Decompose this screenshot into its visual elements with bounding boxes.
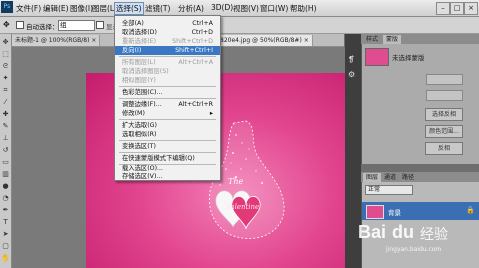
menu-item-deselect[interactable]: 取消选择(D) Ctrl+D bbox=[115, 28, 220, 37]
history-brush-icon[interactable]: ↺ bbox=[1, 146, 10, 155]
watermark-url: jingyan.baidu.com bbox=[386, 246, 442, 253]
menu-filter[interactable]: 滤镜(T) bbox=[145, 3, 170, 14]
density-field[interactable] bbox=[426, 74, 463, 85]
menu-view[interactable]: 视图(V) bbox=[233, 3, 259, 14]
menu-item-reselect: 重新选择(E) Shift+Ctrl+D bbox=[122, 38, 213, 45]
menu-select[interactable]: 选择(S) bbox=[114, 2, 144, 15]
clone-stamp-icon[interactable]: ⊥ bbox=[1, 134, 10, 143]
menu-help[interactable]: 帮助(H) bbox=[290, 3, 317, 14]
menu-separator bbox=[119, 56, 216, 57]
menu-item-similar[interactable]: 选取相似(R) bbox=[115, 130, 220, 139]
menu-item-save-selection[interactable]: 存储选区(V)... bbox=[115, 172, 220, 181]
tab-layers[interactable]: 图层 bbox=[363, 173, 382, 182]
doc-tab-label: 820e4.jpg @ 50%(RGB/8#) bbox=[220, 37, 302, 44]
magic-wand-icon[interactable]: ✦ bbox=[1, 74, 10, 83]
blend-mode-dropdown[interactable]: 正常 bbox=[365, 185, 413, 195]
maximize-button[interactable]: □ bbox=[450, 2, 464, 15]
lasso-tool-icon[interactable]: ᘓ bbox=[1, 62, 10, 71]
path-select-icon[interactable]: ➤ bbox=[1, 230, 10, 239]
menu-analysis[interactable]: 分析(A) bbox=[178, 3, 204, 14]
menu-image[interactable]: 图像(I) bbox=[70, 3, 93, 14]
select-menu-dropdown: 全部(A) Ctrl+A 取消选择(D) Ctrl+D 重新选择(E) Shift+C… bbox=[114, 15, 221, 181]
menu-bar: Ps 文件(F) 编辑(E) 图像(I) 图层(L) 选择(S) 滤镜(T) 分… bbox=[0, 0, 479, 17]
move-tool-icon[interactable]: ✥ bbox=[3, 20, 10, 29]
auto-select-label: 自动选择： bbox=[26, 23, 59, 31]
type-tool-icon[interactable]: T bbox=[1, 218, 10, 227]
menu-item-quick-mask[interactable]: 在快速蒙版模式下编辑(Q) bbox=[115, 154, 220, 163]
tab-channels[interactable]: 通道 bbox=[381, 173, 399, 182]
options-bar: ✥ 自动选择： 组 显示变换控件 bbox=[0, 17, 479, 34]
eyedropper-icon[interactable]: ⁄ bbox=[1, 98, 10, 107]
watermark-paw-icon: du bbox=[392, 222, 414, 242]
menu-3d[interactable]: 3D(D) bbox=[211, 3, 233, 12]
gradient-tool-icon[interactable]: ▥ bbox=[1, 170, 10, 179]
pen-tool-icon[interactable]: ✒ bbox=[1, 206, 10, 215]
menu-separator bbox=[119, 140, 216, 141]
crop-tool-icon[interactable]: ⌗ bbox=[1, 86, 10, 95]
tab-masks[interactable]: 蒙版 bbox=[383, 35, 402, 44]
marquee-tool-icon[interactable]: ⬚ bbox=[1, 50, 10, 59]
menu-item-color-range[interactable]: 色彩范围(C)... bbox=[115, 88, 220, 97]
actions-panel-icon[interactable]: ⚙ bbox=[348, 70, 355, 79]
menu-separator bbox=[119, 86, 216, 87]
close-icon[interactable]: × bbox=[304, 37, 309, 44]
watermark-brand: Bai bbox=[358, 222, 387, 242]
menu-item-grow[interactable]: 扩大选取(G) bbox=[115, 121, 220, 130]
tools-panel: ✥ ⬚ ᘓ ✦ ⌗ ⁄ ✚ ✎ ⊥ ↺ ▭ ▥ ● ◔ ✒ T ➤ ▢ ✋ bbox=[0, 34, 12, 268]
doc-tab-image[interactable]: 820e4.jpg @ 50%(RGB/8#) × bbox=[217, 35, 313, 46]
artwork-text-valentine: Valentine bbox=[226, 203, 260, 211]
menu-edit[interactable]: 编辑(E) bbox=[43, 3, 69, 14]
close-icon[interactable]: × bbox=[91, 37, 96, 44]
mask-edge-button[interactable]: 选择反相 bbox=[425, 108, 463, 121]
blur-tool-icon[interactable]: ● bbox=[1, 182, 10, 191]
baidu-watermark: Bai du 经验 jingyan.baidu.com bbox=[346, 216, 476, 256]
doc-tab-untitled[interactable]: 未标题-1 @ 100%(RGB/8) × bbox=[12, 35, 101, 46]
menu-item-deselect-layers: 取消选择图层(S) bbox=[122, 68, 169, 75]
dodge-tool-icon[interactable]: ◔ bbox=[1, 194, 10, 203]
minimize-button[interactable]: – bbox=[436, 2, 450, 15]
menu-item-inverse[interactable]: 反向(I) Shift+Ctrl+I bbox=[115, 46, 220, 55]
menu-separator bbox=[119, 152, 216, 153]
tab-paths[interactable]: 路径 bbox=[399, 173, 417, 182]
menu-file[interactable]: 文件(F) bbox=[16, 3, 41, 14]
show-transform-checkbox[interactable] bbox=[96, 21, 104, 31]
menu-item-all[interactable]: 全部(A) Ctrl+A bbox=[115, 19, 220, 28]
doc-tab-label: 未标题-1 @ 100%(RGB/8) bbox=[15, 37, 90, 44]
move-tool-icon[interactable]: ✥ bbox=[1, 38, 10, 47]
menu-item-refine-edge[interactable]: 调整边缘(F)... Alt+Ctrl+R bbox=[115, 100, 220, 109]
healing-brush-icon[interactable]: ✚ bbox=[1, 110, 10, 119]
close-button[interactable]: × bbox=[464, 2, 478, 15]
eraser-tool-icon[interactable]: ▭ bbox=[1, 158, 10, 167]
artwork-text-the: The bbox=[228, 177, 244, 186]
mask-preview-thumbnail bbox=[365, 48, 389, 66]
menu-item-similar-layers: 相似图层(Y) bbox=[122, 77, 156, 84]
masks-panel-tabs: 样式 蒙版 bbox=[361, 34, 479, 44]
history-panel-icon[interactable]: ❡ bbox=[348, 55, 355, 64]
app-logo: Ps bbox=[1, 1, 13, 13]
color-range-button[interactable]: 颜色范围... bbox=[425, 125, 463, 138]
watermark-suffix: 经验 bbox=[420, 227, 448, 243]
feather-field[interactable] bbox=[426, 90, 463, 101]
menu-separator bbox=[119, 98, 216, 99]
brush-tool-icon[interactable]: ✎ bbox=[1, 122, 10, 131]
menu-item-transform-selection[interactable]: 变换选区(T) bbox=[115, 142, 220, 151]
hand-tool-icon[interactable]: ✋ bbox=[1, 254, 10, 263]
layers-panel-tabs: 图层 通道 路径 bbox=[361, 172, 479, 182]
menu-item-modify[interactable]: 修改(M) ▸ bbox=[115, 109, 220, 118]
menu-separator bbox=[119, 119, 216, 120]
mask-status-label: 未选择蒙版 bbox=[392, 54, 425, 62]
lock-icon: 🔒 bbox=[466, 206, 475, 214]
auto-select-checkbox[interactable] bbox=[16, 21, 24, 31]
shape-tool-icon[interactable]: ▢ bbox=[1, 242, 10, 251]
menu-window[interactable]: 窗口(W) bbox=[260, 3, 288, 14]
auto-select-dropdown[interactable]: 组 bbox=[58, 20, 95, 31]
invert-button[interactable]: 反相 bbox=[425, 142, 463, 155]
tab-styles[interactable]: 样式 bbox=[363, 35, 381, 44]
menu-item-all-layers: 所有图层(L) Alt+Ctrl+A bbox=[122, 59, 213, 66]
